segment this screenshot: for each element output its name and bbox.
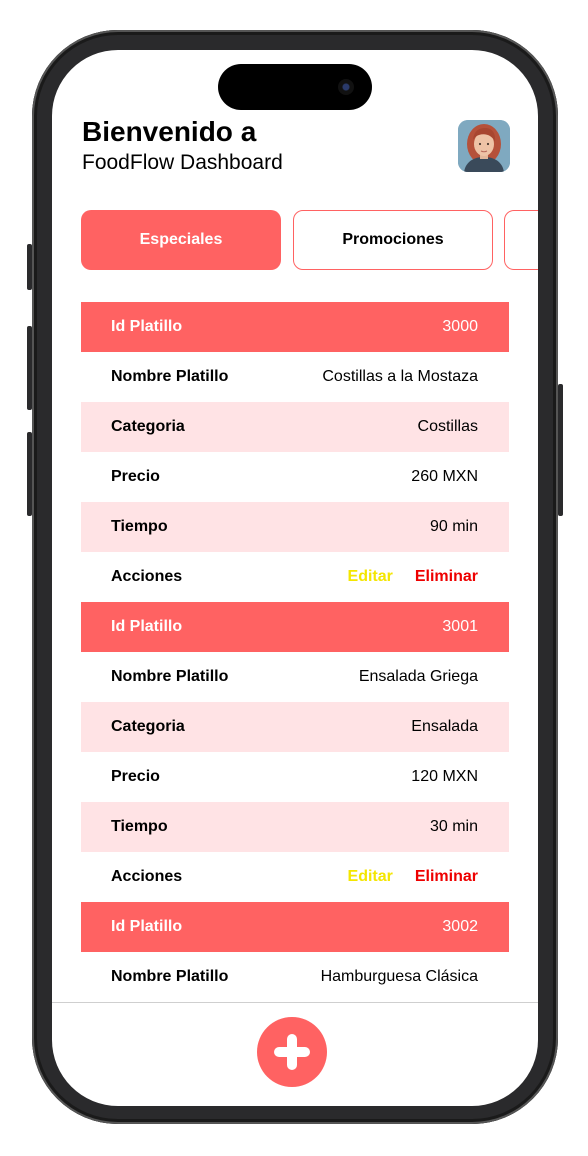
- camera-icon: [338, 79, 354, 95]
- avatar[interactable]: [458, 120, 510, 172]
- table-row: Categoria Ensalada: [81, 702, 509, 752]
- row-value: Hamburguesa Clásica: [320, 968, 478, 985]
- row-value: 260 MXN: [411, 468, 478, 485]
- table-row: Precio 120 MXN: [81, 752, 509, 802]
- table-row: Nombre Platillo Ensalada Griega: [81, 652, 509, 702]
- table-row: Precio 260 MXN: [81, 452, 509, 502]
- row-label: Id Platillo: [111, 618, 183, 635]
- bottom-divider: [52, 1002, 538, 1003]
- row-label: Id Platillo: [111, 318, 183, 335]
- row-label: Tiempo: [111, 518, 168, 535]
- tab-especiales[interactable]: Especiales: [81, 210, 281, 270]
- table-row: Id Platillo 3002: [81, 902, 509, 952]
- row-value: Costillas a la Mostaza: [322, 368, 478, 385]
- edit-button[interactable]: Editar: [348, 568, 393, 586]
- row-value: Ensalada: [411, 718, 478, 735]
- row-label: Nombre Platillo: [111, 668, 229, 685]
- mute-switch: [27, 244, 32, 290]
- add-dish-button[interactable]: [257, 1017, 327, 1087]
- dishes-list: Id Platillo 3000 Nombre Platillo Costill…: [81, 302, 509, 1002]
- row-label: Acciones: [111, 568, 183, 585]
- row-value: Costillas: [417, 418, 478, 435]
- power-button: [558, 384, 563, 516]
- dynamic-island: [218, 64, 372, 110]
- table-row: Categoria Costillas: [81, 402, 509, 452]
- row-label: Categoria: [111, 718, 185, 735]
- app-screen: Bienvenido a FoodFlow Dashboard Especial…: [52, 50, 538, 1106]
- row-label: Acciones: [111, 868, 183, 885]
- edit-button[interactable]: Editar: [348, 868, 393, 886]
- tab-promociones[interactable]: Promociones: [293, 210, 493, 270]
- row-value: 30 min: [429, 818, 478, 835]
- row-value: Ensalada Griega: [358, 668, 478, 685]
- table-row: Nombre Platillo Hamburguesa Clásica: [81, 952, 509, 1002]
- row-actions: Editar Eliminar: [348, 868, 478, 886]
- table-row: Tiempo 90 min: [81, 502, 509, 552]
- row-label: Precio: [111, 468, 160, 485]
- row-label: Precio: [111, 768, 160, 785]
- row-label: Nombre Platillo: [111, 968, 229, 985]
- delete-button[interactable]: Eliminar: [415, 568, 478, 586]
- user-avatar-icon: [458, 120, 510, 172]
- volume-down-button: [27, 432, 32, 516]
- delete-button[interactable]: Eliminar: [415, 868, 478, 886]
- table-row: Nombre Platillo Costillas a la Mostaza: [81, 352, 509, 402]
- row-value: 90 min: [429, 518, 478, 535]
- row-value: 3002: [442, 918, 478, 935]
- row-value: 3001: [442, 618, 478, 635]
- row-label: Id Platillo: [111, 918, 183, 935]
- table-row: Id Platillo 3001: [81, 602, 509, 652]
- row-label: Categoria: [111, 418, 185, 435]
- table-row: Id Platillo 3000: [81, 302, 509, 352]
- table-row: Tiempo 30 min: [81, 802, 509, 852]
- row-value: 3000: [442, 318, 478, 335]
- volume-up-button: [27, 326, 32, 410]
- page-title: Bienvenido a: [82, 116, 257, 147]
- tab-more[interactable]: [504, 210, 538, 270]
- row-actions: Editar Eliminar: [348, 568, 478, 586]
- table-row: Acciones Editar Eliminar: [81, 852, 509, 902]
- plus-icon: [287, 1034, 297, 1070]
- table-row: Acciones Editar Eliminar: [81, 552, 509, 602]
- row-value: 120 MXN: [411, 768, 478, 785]
- row-label: Nombre Platillo: [111, 368, 229, 385]
- row-label: Tiempo: [111, 818, 168, 835]
- page-subtitle: FoodFlow Dashboard: [82, 151, 283, 174]
